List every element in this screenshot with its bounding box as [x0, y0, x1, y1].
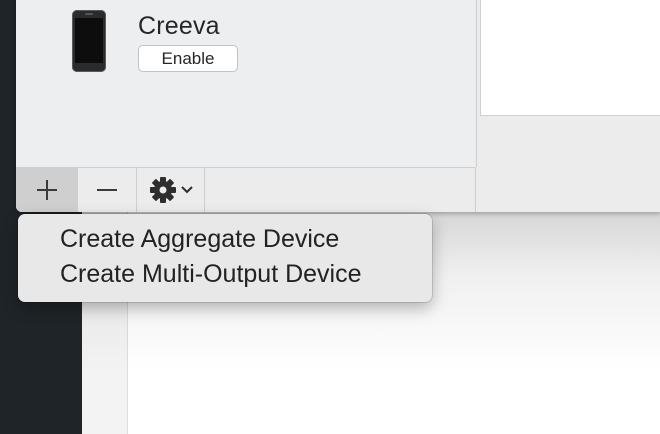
remove-device-button[interactable] — [78, 168, 137, 212]
plus-icon — [36, 180, 57, 200]
action-menu-button[interactable] — [137, 168, 205, 212]
bottom-toolbar — [16, 167, 476, 212]
device-row[interactable]: Creeva Enable — [16, 0, 476, 80]
gear-icon — [149, 177, 176, 203]
add-device-button[interactable] — [16, 168, 78, 212]
device-list: Creeva Enable — [16, 0, 477, 167]
device-detail-pane — [480, 0, 660, 116]
audio-devices-window: Creeva Enable — [16, 0, 660, 212]
menu-item-create-multi-output-device[interactable]: Create Multi-Output Device — [18, 257, 432, 292]
device-name: Creeva — [138, 12, 220, 40]
minus-icon — [97, 189, 117, 191]
iphone-icon — [72, 10, 106, 72]
menu-item-create-aggregate-device[interactable]: Create Aggregate Device — [18, 222, 432, 257]
phone-screen — [75, 18, 103, 63]
add-device-menu: Create Aggregate Device Create Multi-Out… — [18, 214, 432, 302]
device-detail-pane-lower — [477, 116, 660, 212]
speaker-detail — [85, 13, 93, 15]
enable-button[interactable]: Enable — [138, 45, 238, 72]
chevron-down-icon — [180, 186, 193, 194]
